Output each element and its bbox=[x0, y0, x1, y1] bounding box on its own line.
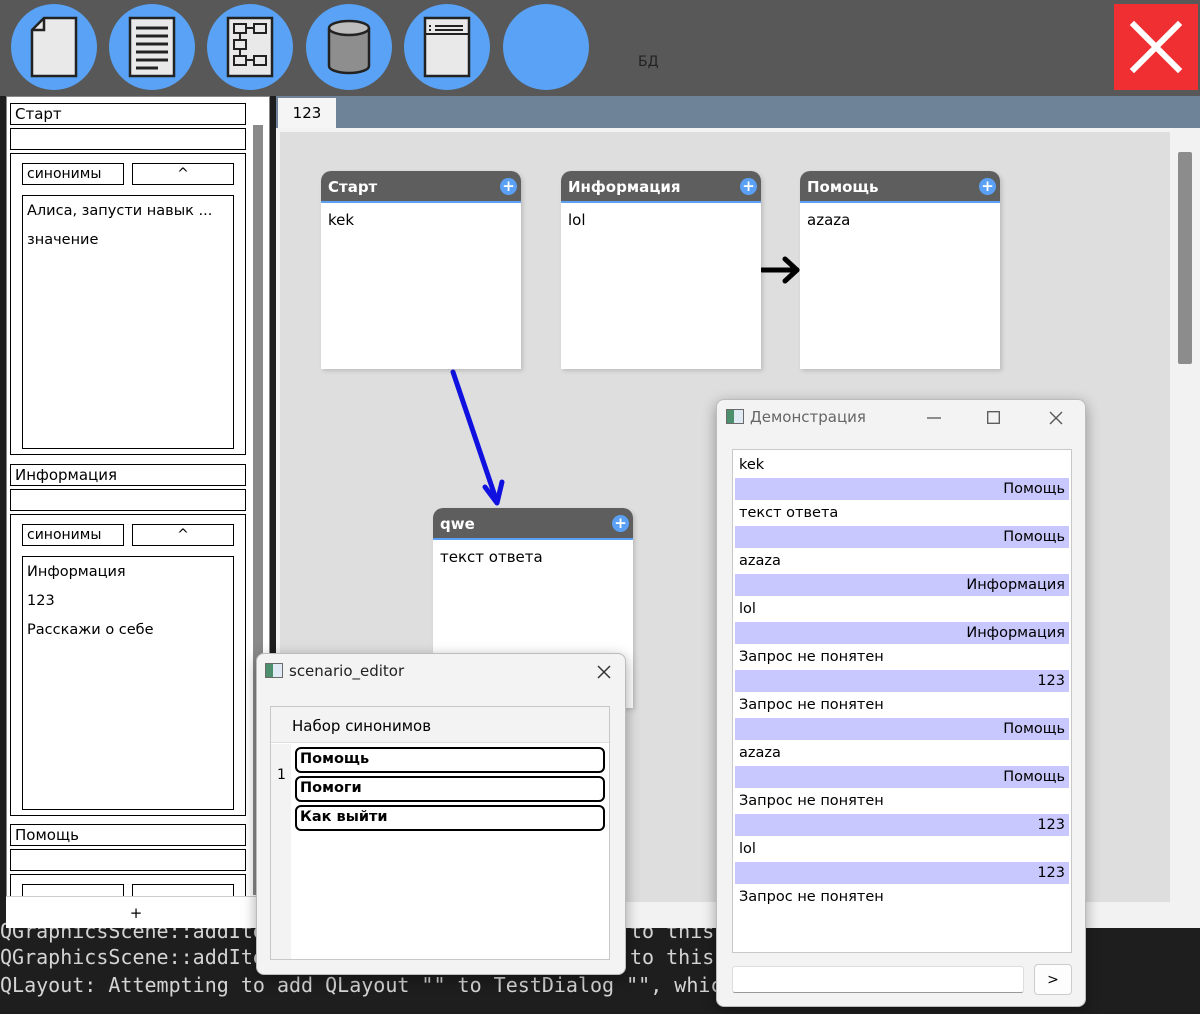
node-body[interactable]: kek bbox=[321, 203, 521, 237]
add-connection-icon[interactable]: + bbox=[500, 178, 517, 195]
synonyms-table[interactable]: Набор синонимов 1 Помощь Помоги Как выйт… bbox=[270, 706, 610, 960]
node-help[interactable]: Помощь + azaza bbox=[800, 171, 1000, 369]
node-header[interactable]: Старт + bbox=[321, 171, 521, 203]
add-connection-icon[interactable]: + bbox=[612, 515, 629, 532]
add-connection-icon[interactable]: + bbox=[740, 178, 757, 195]
node-header[interactable]: qwe + bbox=[433, 508, 633, 540]
user-message: lol bbox=[739, 841, 756, 857]
maximize-icon[interactable] bbox=[987, 411, 1000, 424]
send-button[interactable]: > bbox=[1034, 964, 1072, 995]
node-header[interactable]: Помощь + bbox=[800, 171, 1000, 203]
user-message: текст ответа bbox=[739, 505, 839, 521]
bot-message: Информация bbox=[735, 622, 1069, 644]
synonym-item[interactable]: Помощь bbox=[295, 747, 605, 773]
dialog-title: scenario_editor bbox=[289, 662, 405, 680]
close-icon[interactable] bbox=[597, 665, 611, 679]
bot-message: Информация bbox=[735, 574, 1069, 596]
demo-dialog: Демонстрация kek Помощь текст ответа Помощь… bbox=[716, 399, 1086, 1007]
user-message: kek bbox=[739, 457, 765, 473]
app-icon bbox=[726, 409, 744, 424]
user-message: Запрос не понятен bbox=[739, 697, 884, 713]
chat-history[interactable]: kek Помощь текст ответа Помощь azaza Информац… bbox=[732, 449, 1072, 953]
node-info[interactable]: Информация + lol bbox=[561, 171, 761, 369]
minimize-icon[interactable] bbox=[927, 417, 941, 419]
scenario-editor-dialog: scenario_editor Набор синонимов 1 Помощь… bbox=[256, 653, 626, 975]
bot-message: Помощь bbox=[735, 718, 1069, 740]
node-title: qwe bbox=[440, 515, 475, 533]
user-message: azaza bbox=[739, 745, 781, 761]
node-body[interactable]: azaza bbox=[800, 203, 1000, 237]
arrow-info-to-help bbox=[759, 256, 800, 284]
bot-message: 123 bbox=[735, 862, 1069, 884]
bot-message: 123 bbox=[735, 814, 1069, 836]
bot-message: 123 bbox=[735, 670, 1069, 692]
synonym-item[interactable]: Помоги bbox=[295, 776, 605, 802]
node-title: Помощь bbox=[807, 178, 879, 196]
close-icon[interactable] bbox=[1049, 411, 1063, 425]
dialog-title-bar: scenario_editor bbox=[265, 654, 404, 688]
user-message: Запрос не понятен bbox=[739, 793, 884, 809]
node-body[interactable]: lol bbox=[561, 203, 761, 237]
arrow-start-to-qwe bbox=[450, 369, 505, 506]
bot-message: Помощь bbox=[735, 766, 1069, 788]
node-title: Информация bbox=[568, 178, 681, 196]
node-title: Старт bbox=[328, 178, 378, 196]
user-message: lol bbox=[739, 601, 756, 617]
message-input[interactable] bbox=[732, 966, 1024, 993]
bot-message: Помощь bbox=[735, 526, 1069, 548]
node-body[interactable]: текст ответа bbox=[433, 540, 633, 574]
user-message: Запрос не понятен bbox=[739, 649, 884, 665]
row-number[interactable]: 1 bbox=[277, 767, 286, 783]
add-connection-icon[interactable]: + bbox=[979, 178, 996, 195]
dialog-title: Демонстрация bbox=[750, 408, 866, 426]
app-icon bbox=[265, 663, 283, 678]
user-message: azaza bbox=[739, 553, 781, 569]
bot-message: Помощь bbox=[735, 478, 1069, 500]
dialog-title-bar: Демонстрация bbox=[726, 400, 866, 434]
node-start[interactable]: Старт + kek bbox=[321, 171, 521, 369]
column-header[interactable]: Набор синонимов bbox=[292, 717, 431, 735]
node-header[interactable]: Информация + bbox=[561, 171, 761, 203]
synonym-item[interactable]: Как выйти bbox=[295, 805, 605, 831]
user-message: Запрос не понятен bbox=[739, 889, 884, 905]
